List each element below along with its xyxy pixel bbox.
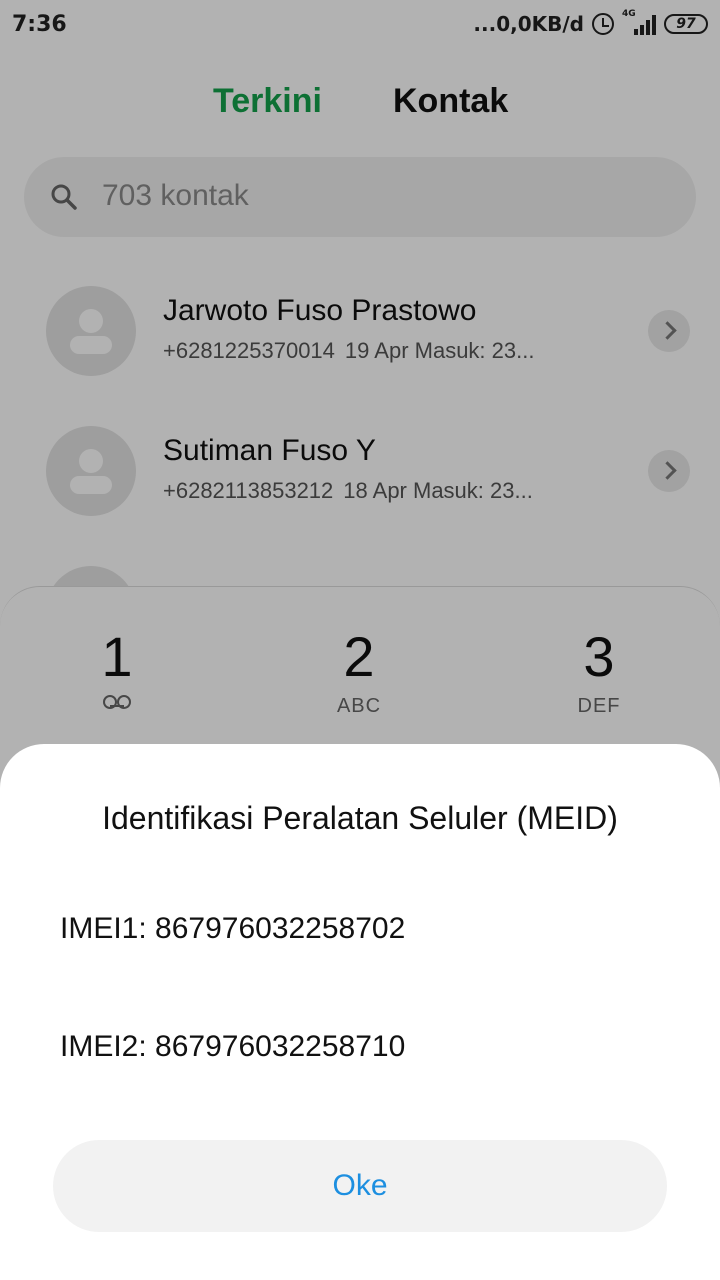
- imei1-value: IMEI1: 867976032258702: [60, 912, 406, 945]
- phone-screen: 7:36 ...0,0KB/d 4G 97 Terkini Kontak 703…: [0, 0, 720, 1280]
- dialog-title: Identifikasi Peralatan Seluler (MEID): [102, 800, 618, 836]
- meid-dialog: Identifikasi Peralatan Seluler (MEID) IM…: [0, 744, 720, 1280]
- ok-button[interactable]: Oke: [53, 1140, 667, 1232]
- imei2-value: IMEI2: 867976032258710: [60, 1030, 406, 1063]
